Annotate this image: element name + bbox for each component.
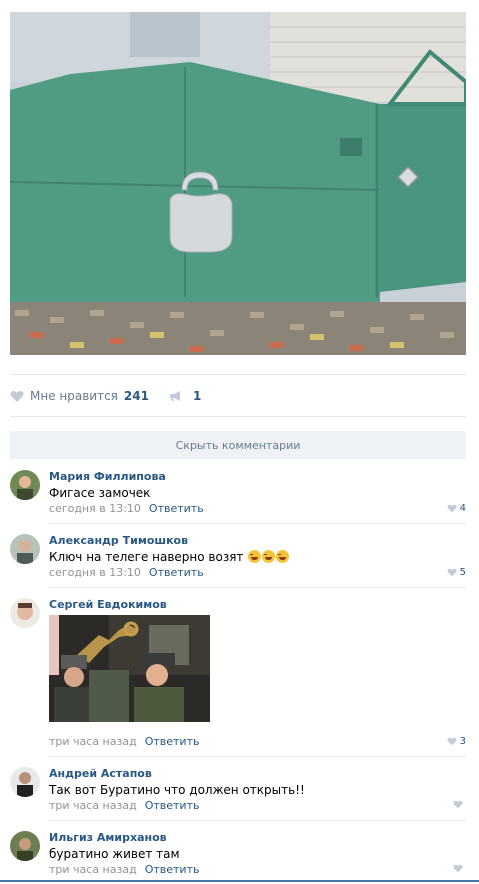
comment-text: буратино живет там bbox=[49, 847, 180, 861]
reply-link[interactable]: Ответить bbox=[145, 863, 200, 876]
share-button[interactable]: 1 bbox=[169, 389, 201, 403]
reply-link[interactable]: Ответить bbox=[149, 566, 204, 579]
comment-author[interactable]: Сергей Евдокимов bbox=[49, 598, 167, 611]
comment-photo[interactable] bbox=[49, 615, 210, 722]
comment-time[interactable]: три часа назад bbox=[49, 735, 137, 748]
avatar[interactable] bbox=[10, 598, 40, 628]
share-count: 1 bbox=[192, 389, 202, 403]
heart-icon bbox=[453, 800, 463, 809]
like-button[interactable]: Мне нравится 241 bbox=[10, 389, 149, 403]
comment-meta: три часа назад Ответить bbox=[49, 735, 199, 748]
comment: Мария Филлипова Фигасе замочек сегодня в… bbox=[10, 470, 466, 520]
comment-time[interactable]: сегодня в 13:10 bbox=[49, 566, 141, 579]
hide-comments-button[interactable]: Скрыть комментарии bbox=[10, 431, 466, 459]
comment: Сергей Евдокимов три часа назад Ответить … bbox=[10, 598, 466, 748]
divider bbox=[49, 523, 466, 524]
laughing-emoji-icon bbox=[248, 550, 262, 563]
comment-author[interactable]: Мария Филлипова bbox=[49, 470, 166, 483]
divider bbox=[49, 756, 466, 757]
post-photo[interactable] bbox=[10, 12, 466, 355]
comment: Андрей Астапов Так вот Буратино что долж… bbox=[10, 767, 466, 817]
heart-icon bbox=[447, 737, 457, 746]
heart-icon bbox=[10, 390, 24, 402]
avatar[interactable] bbox=[10, 470, 40, 500]
comment-time[interactable]: сегодня в 13:10 bbox=[49, 502, 141, 515]
divider bbox=[10, 416, 466, 417]
comment-time[interactable]: три часа назад bbox=[49, 799, 137, 812]
comment-text: Так вот Буратино что должен открыть!! bbox=[49, 783, 305, 797]
heart-icon bbox=[453, 864, 463, 873]
comment: Александр Тимошков Ключ на телеге наверн… bbox=[10, 534, 466, 584]
megaphone-icon bbox=[169, 391, 180, 401]
laughing-emoji-icon bbox=[262, 550, 276, 563]
like-label: Мне нравится bbox=[30, 389, 118, 403]
comment-author[interactable]: Александр Тимошков bbox=[49, 534, 188, 547]
comment-author[interactable]: Андрей Астапов bbox=[49, 767, 152, 780]
avatar[interactable] bbox=[10, 831, 40, 861]
comment-like-button[interactable]: 5 bbox=[447, 567, 466, 578]
divider bbox=[10, 374, 466, 375]
comment-text: Ключ на телеге наверно возят bbox=[49, 550, 290, 564]
comment-author[interactable]: Ильгиз Амирханов bbox=[49, 831, 167, 844]
bottom-border bbox=[0, 880, 479, 882]
comment-like-count: 3 bbox=[459, 736, 466, 747]
comment: Ильгиз Амирханов буратино живет там три … bbox=[10, 831, 466, 879]
divider bbox=[49, 587, 466, 588]
laughing-emoji-icon bbox=[276, 550, 290, 563]
comment-like-count: 5 bbox=[459, 567, 466, 578]
comment-meta: три часа назад Ответить bbox=[49, 799, 199, 812]
comment-like-button[interactable]: 4 bbox=[447, 503, 466, 514]
comment-text-content: Ключ на телеге наверно возят bbox=[49, 550, 244, 564]
heart-icon bbox=[447, 504, 457, 513]
comment-like-button[interactable] bbox=[453, 864, 466, 873]
comment-meta: три часа назад Ответить bbox=[49, 863, 199, 876]
heart-icon bbox=[447, 568, 457, 577]
reply-link[interactable]: Ответить bbox=[149, 502, 204, 515]
avatar[interactable] bbox=[10, 767, 40, 797]
comment-like-button[interactable]: 3 bbox=[447, 736, 466, 747]
comment-meta: сегодня в 13:10 Ответить bbox=[49, 502, 204, 515]
comment-text: Фигасе замочек bbox=[49, 486, 151, 500]
comment-like-button[interactable] bbox=[453, 800, 466, 809]
divider bbox=[49, 820, 466, 821]
post-actions: Мне нравится 241 1 bbox=[10, 387, 201, 405]
comment-like-count: 4 bbox=[459, 503, 466, 514]
like-count: 241 bbox=[123, 389, 149, 403]
reply-link[interactable]: Ответить bbox=[145, 799, 200, 812]
comment-meta: сегодня в 13:10 Ответить bbox=[49, 566, 204, 579]
reply-link[interactable]: Ответить bbox=[145, 735, 200, 748]
avatar[interactable] bbox=[10, 534, 40, 564]
comment-time[interactable]: три часа назад bbox=[49, 863, 137, 876]
